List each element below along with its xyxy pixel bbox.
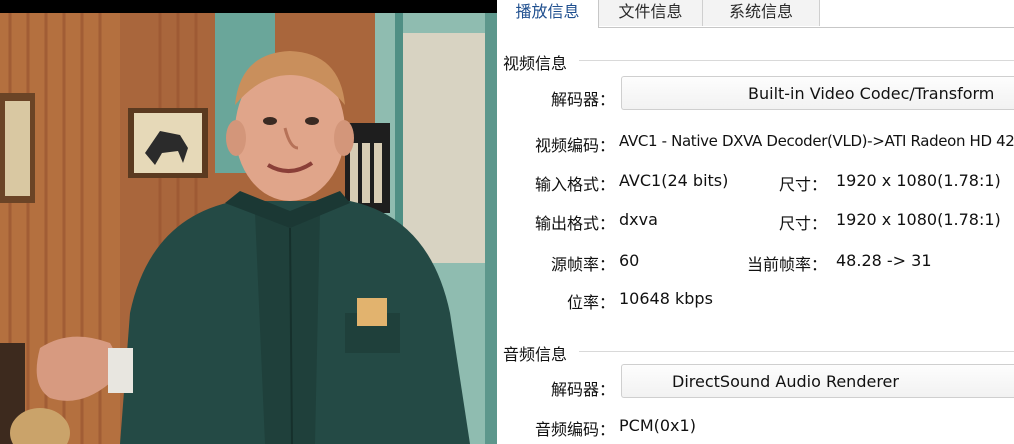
info-panel: 播放信息 文件信息 系统信息 视频信息 解码器： Built-in Video … (497, 0, 1014, 444)
audio-decoder-label: 解码器： (550, 380, 615, 399)
output-format-label: 输出格式： (534, 214, 615, 233)
video-frame (0, 13, 497, 444)
tab-playback-info[interactable]: 播放信息 (497, 0, 599, 28)
audio-decoder-field[interactable]: DirectSound Audio Renderer (621, 364, 1014, 398)
output-size-label: 尺寸： (778, 214, 827, 233)
input-format-label: 输入格式： (534, 175, 615, 194)
tab-bar: 播放信息 文件信息 系统信息 (497, 0, 1014, 28)
output-size-value: 1920 x 1080(1.78:1) (836, 210, 1001, 229)
audio-codec-label: 音频编码： (534, 420, 615, 439)
video-info-divider (579, 60, 1014, 61)
audio-decoder-value: DirectSound Audio Renderer (672, 372, 899, 391)
output-format-value: dxva (619, 210, 658, 229)
video-codec-label: 视频编码： (534, 136, 615, 155)
bitrate-value: 10648 kbps (619, 289, 713, 308)
audio-info-title: 音频信息 (503, 345, 568, 364)
video-player[interactable] (0, 0, 497, 444)
input-size-label: 尺寸： (778, 175, 827, 194)
video-decoder-value: Built-in Video Codec/Transform (748, 84, 995, 103)
video-decoder-field[interactable]: Built-in Video Codec/Transform (621, 76, 1014, 110)
input-size-value: 1920 x 1080(1.78:1) (836, 171, 1001, 190)
source-fps-value: 60 (619, 251, 640, 270)
audio-info-divider (579, 351, 1014, 352)
video-codec-value: AVC1 - Native DXVA Decoder(VLD)->ATI Rad… (619, 132, 1014, 150)
tab-file-info[interactable]: 文件信息 (599, 0, 703, 26)
bitrate-label: 位率： (566, 293, 615, 312)
current-fps-value: 48.28 -> 31 (836, 251, 932, 270)
input-format-value: AVC1(24 bits) (619, 171, 729, 190)
video-info-title: 视频信息 (503, 54, 568, 73)
source-fps-label: 源帧率： (550, 255, 615, 274)
current-fps-label: 当前帧率： (746, 255, 827, 274)
video-decoder-label: 解码器： (550, 90, 615, 109)
audio-codec-value: PCM(0x1) (619, 416, 696, 435)
tab-system-info[interactable]: 系统信息 (703, 0, 820, 26)
